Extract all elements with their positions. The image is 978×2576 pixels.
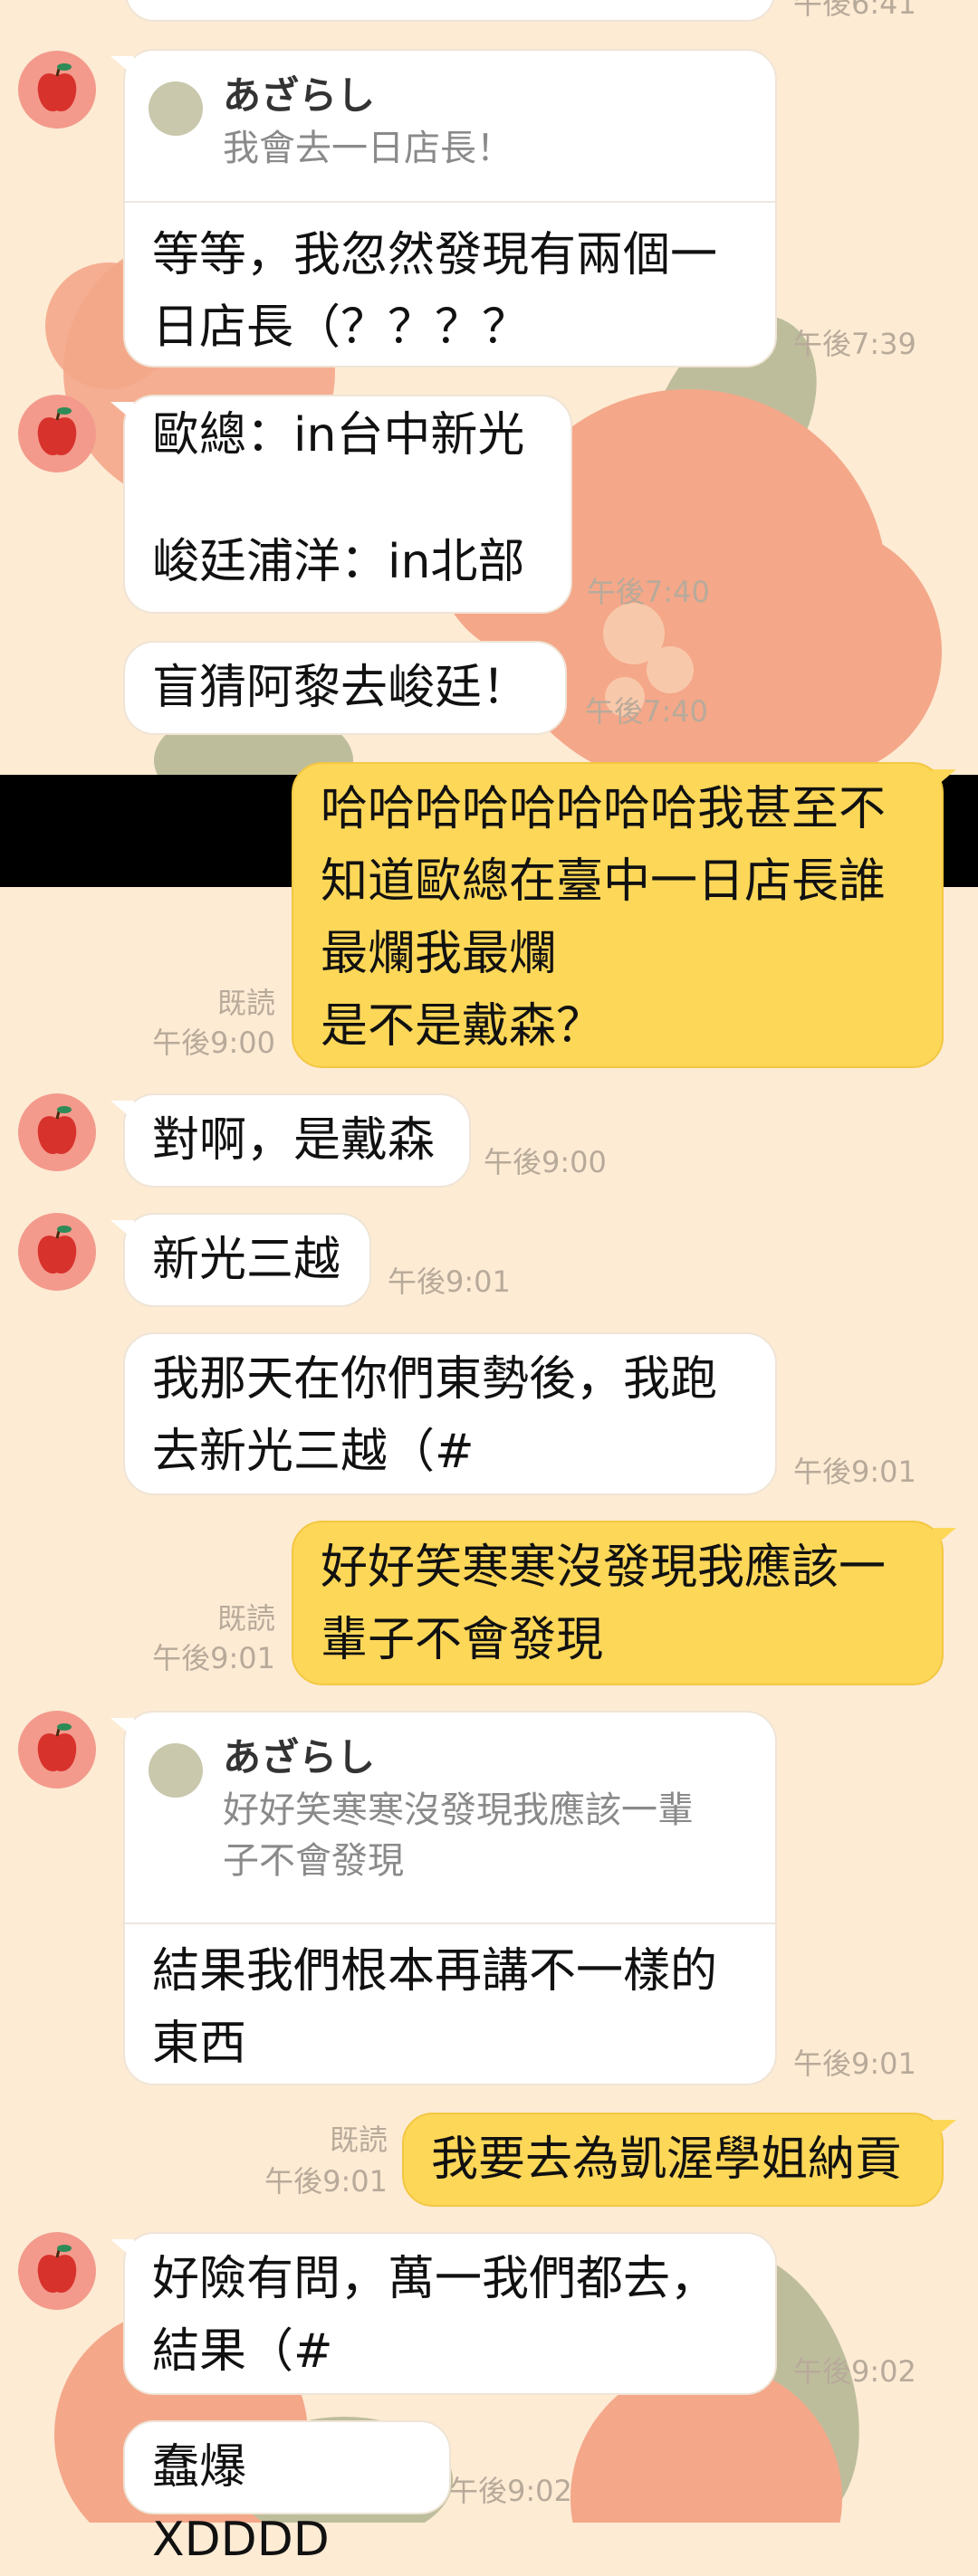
reply-quote[interactable]: あざらし 好好笑寒寒沒發現我應該一輩 子不會發現 <box>125 1713 775 1924</box>
message-bubble[interactable]: 新光三越 <box>110 1213 371 1307</box>
apple-icon <box>37 63 77 112</box>
message-text: 新光三越 <box>152 1233 341 1287</box>
message-text: 等等，我忽然發現有兩個一 日店長（？？？？ <box>152 228 718 355</box>
quote-text: 好好笑寒寒沒發現我應該一輩 子不會發現 <box>223 1789 694 1882</box>
message-time: 午後9:01 <box>152 1641 275 1675</box>
message-text: 結果我們根本再講不一樣的 東西 <box>152 1944 718 2071</box>
avatar[interactable] <box>18 1213 96 1291</box>
message-bubble[interactable]: 我那天在你們東勢後，我跑 去新光三越（# <box>123 1332 777 1495</box>
message-time: 午後9:01 <box>264 2164 388 2199</box>
message-bubble[interactable]: 好險有問，萬一我們都去， 結果（# <box>110 2232 777 2395</box>
message-text: 歐總：in台中新光 峻廷浦洋：in北部 <box>152 408 525 589</box>
apple-icon <box>37 2245 77 2294</box>
quote-avatar <box>149 81 203 136</box>
avatar[interactable] <box>18 51 96 129</box>
message-time: 午後9:01 <box>793 1455 916 1489</box>
message-time: 午後7:39 <box>793 327 916 361</box>
avatar[interactable] <box>18 2232 96 2310</box>
message-time: 午後6:41 <box>793 0 916 21</box>
message-bubble[interactable]: あざらし 好好笑寒寒沒發現我應該一輩 子不會發現 結果我們根本再講不一樣的 東西 <box>110 1711 777 2085</box>
message-text: 好好笑寒寒沒發現我應該一 輩子不會發現 <box>321 1541 887 1667</box>
apple-icon <box>37 1106 77 1155</box>
quote-avatar <box>149 1743 203 1798</box>
apple-icon <box>37 1723 77 1772</box>
quote-text: 我會去一日店長！ <box>223 128 513 169</box>
message-bubble[interactable]: 歐總：in台中新光 峻廷浦洋：in北部 <box>110 395 572 614</box>
message-time: 午後9:02 <box>793 2354 916 2389</box>
message-bubble[interactable]: 好好笑寒寒沒發現我應該一 輩子不會發現 <box>292 1521 956 1685</box>
partial-message-bubble[interactable] <box>125 0 775 22</box>
quote-sender-name: あざらし <box>223 73 376 118</box>
reply-quote[interactable]: あざらし 我會去一日店長！ <box>125 51 775 203</box>
message-text: 我要去為凱渥學姐納貢 <box>431 2132 903 2187</box>
message-time: 午後9:00 <box>152 1026 275 1060</box>
message-time: 午後7:40 <box>587 575 710 609</box>
read-receipt: 既読 <box>216 986 275 1020</box>
avatar[interactable] <box>18 395 96 472</box>
message-time: 午後9:00 <box>484 1145 607 1179</box>
message-text: 好險有問，萬一我們都去， 結果（# <box>152 2252 718 2379</box>
message-text: 盲猜阿黎去峻廷！ <box>152 661 530 715</box>
read-receipt: 既読 <box>216 1601 275 1636</box>
message-bubble[interactable]: 哈哈哈哈哈哈哈哈我甚至不 知道歐總在臺中一日店長誰 最爛我最爛 是不是戴森？ <box>292 762 956 1068</box>
read-receipt: 既読 <box>329 2123 388 2157</box>
message-text: 我那天在你們東勢後，我跑 去新光三越（# <box>152 1352 718 1479</box>
apple-icon <box>37 407 77 456</box>
message-text: 對啊，是戴森 <box>152 1113 436 1168</box>
message-bubble[interactable]: 盲猜阿黎去峻廷！ <box>123 641 567 735</box>
message-time: 午後7:40 <box>585 694 708 729</box>
message-time: 午後9:01 <box>793 2046 916 2081</box>
message-bubble[interactable]: 對啊，是戴森 <box>110 1093 471 1188</box>
message-bubble[interactable]: あざらし 我會去一日店長！ 等等，我忽然發現有兩個一 日店長（？？？？ <box>110 49 777 367</box>
quote-sender-name: あざらし <box>223 1735 376 1779</box>
message-text: 蠢爆XDDDD <box>152 2440 330 2567</box>
chat-area: 午後6:41 あざらし 我會去一日店長！ 等等，我忽然發現有兩個一 日店長（？？… <box>0 0 978 2567</box>
avatar[interactable] <box>18 1093 96 1171</box>
apple-icon <box>37 1226 77 1274</box>
message-time: 午後9:01 <box>388 1264 511 1299</box>
message-bubble[interactable]: 我要去為凱渥學姐納貢 <box>402 2113 956 2207</box>
message-text: 哈哈哈哈哈哈哈哈我甚至不 知道歐總在臺中一日店長誰 最爛我最爛 是不是戴森？ <box>321 782 887 1054</box>
message-bubble[interactable]: 蠢爆XDDDD <box>123 2420 451 2567</box>
message-time: 午後9:02 <box>449 2474 572 2508</box>
avatar[interactable] <box>18 1711 96 1789</box>
